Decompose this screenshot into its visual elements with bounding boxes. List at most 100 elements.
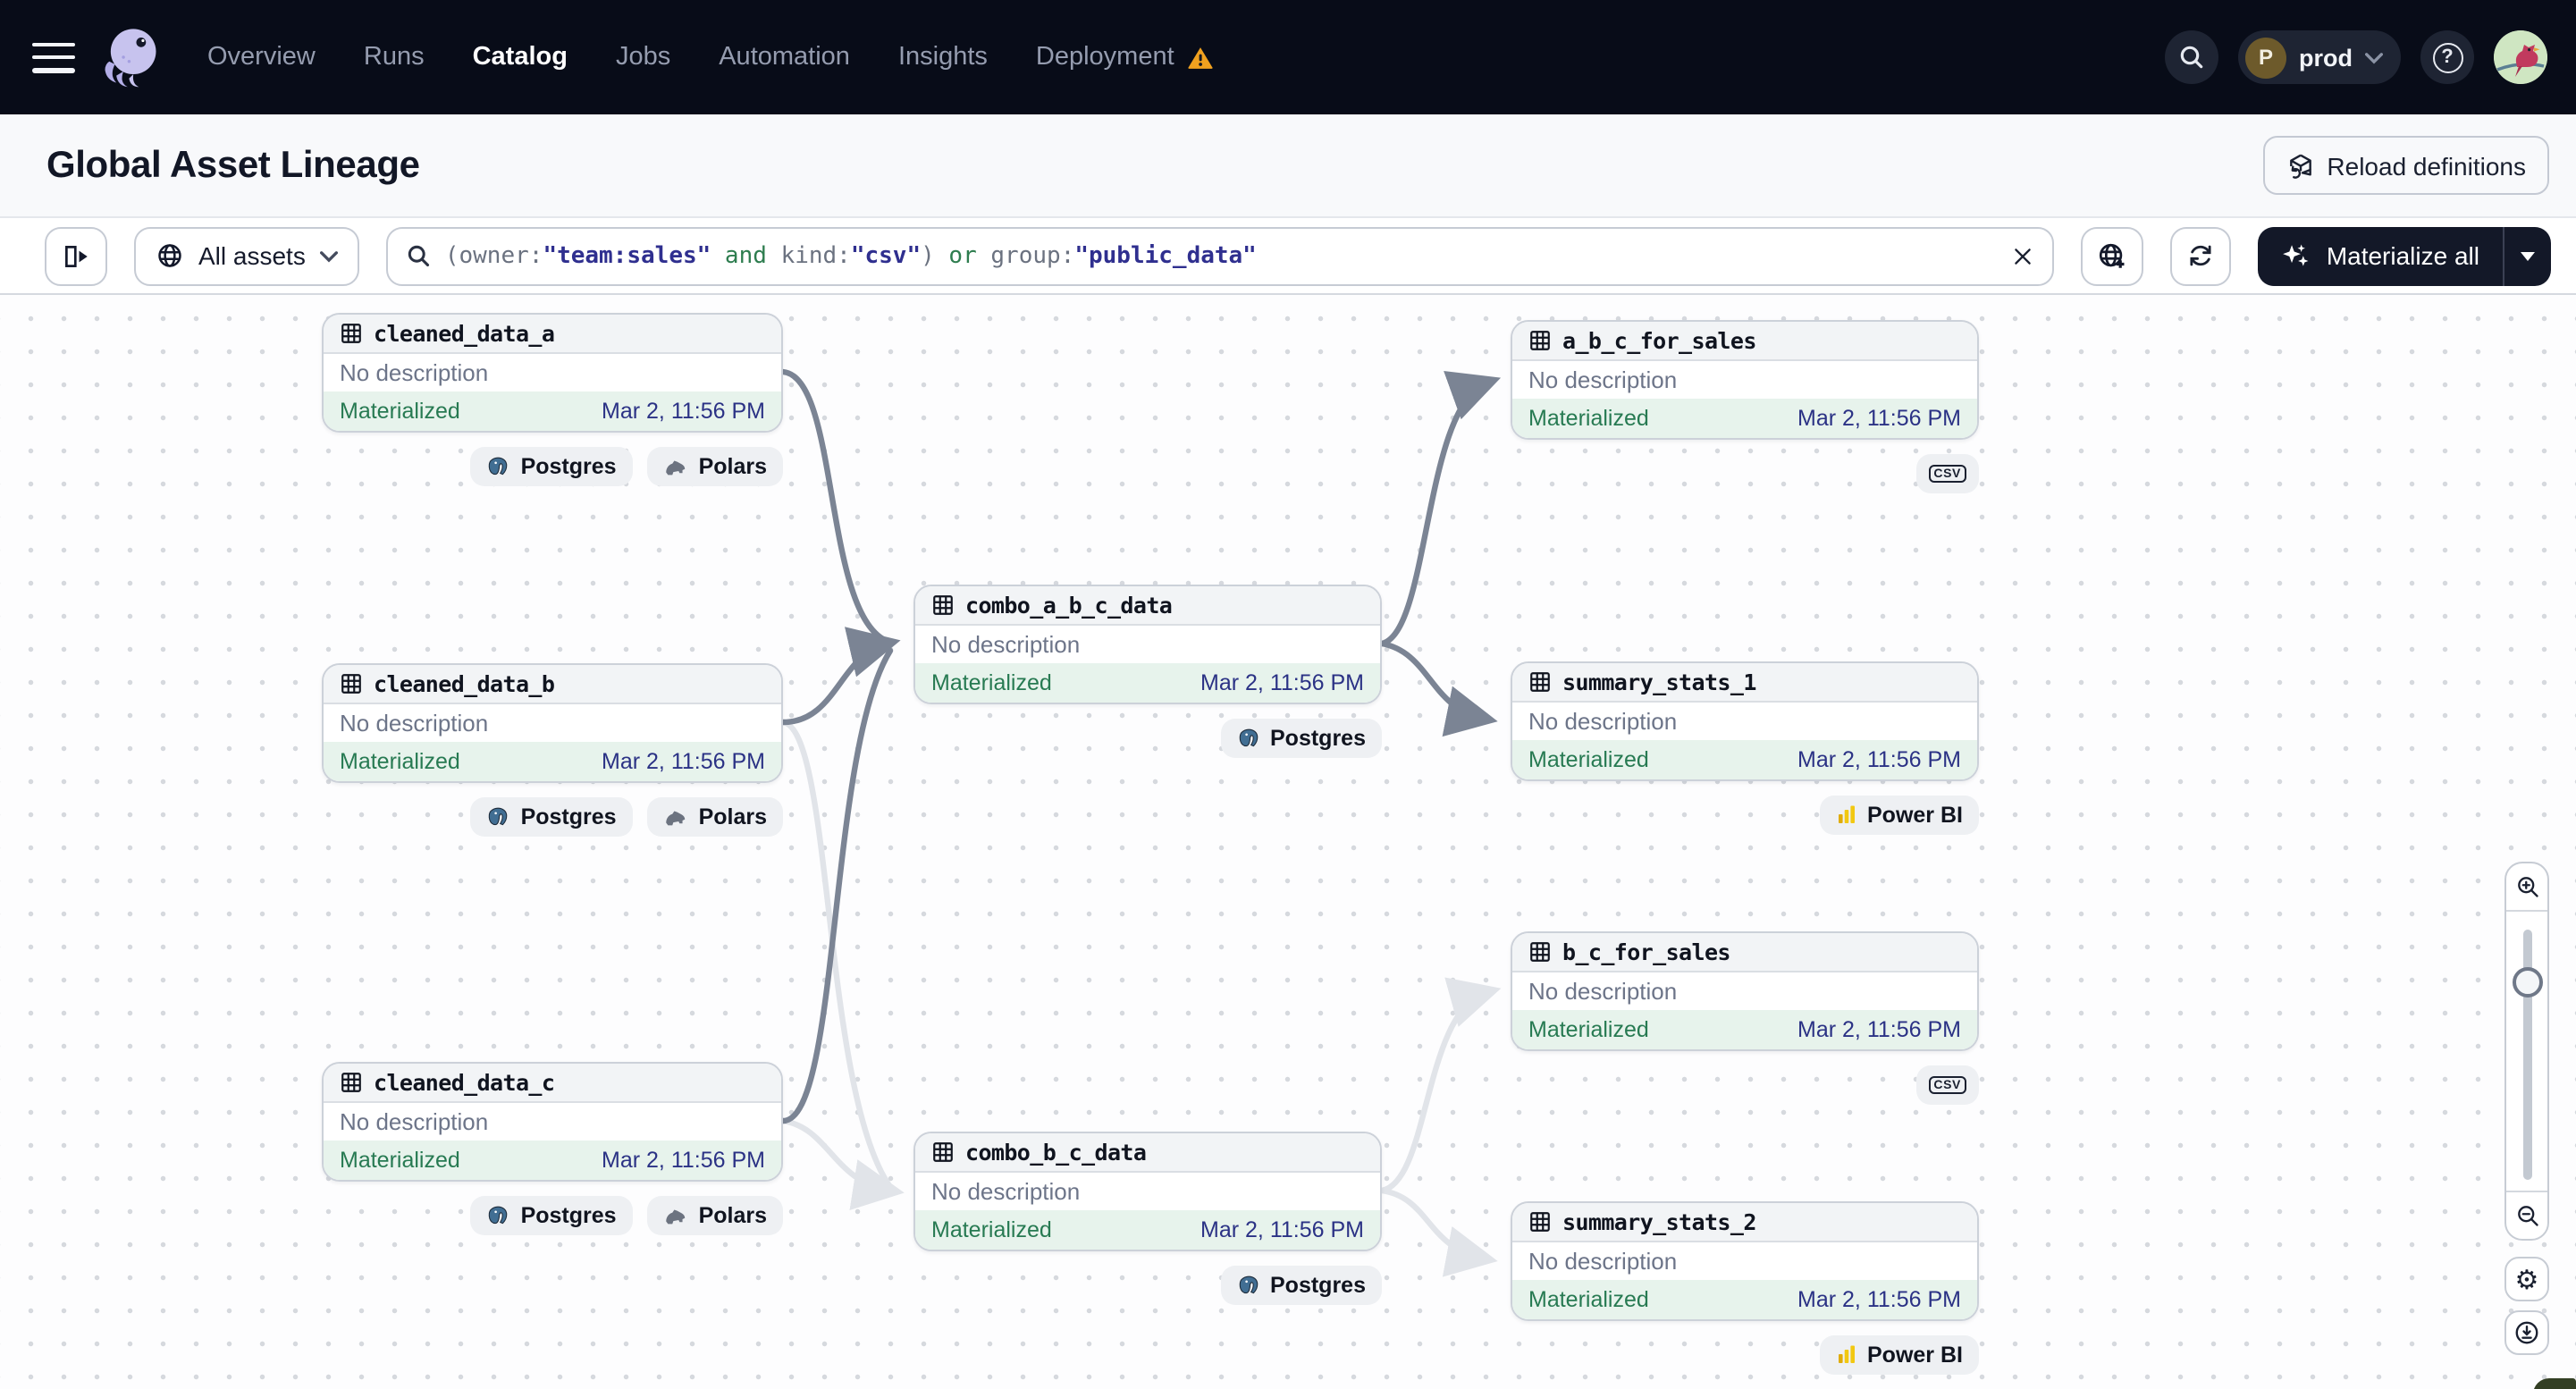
nav-item-deployment[interactable]: Deployment bbox=[1036, 43, 1214, 72]
open-sidebar-panel-button[interactable] bbox=[45, 226, 107, 285]
query-token: "public_data" bbox=[1074, 242, 1257, 269]
kind-badges-row: Power BI bbox=[1511, 796, 1979, 835]
nav-item-jobs[interactable]: Jobs bbox=[616, 43, 670, 72]
hamburger-menu-icon[interactable] bbox=[32, 42, 75, 72]
query-token: and bbox=[711, 242, 781, 269]
top-nav: Overview Runs Catalog Jobs Automation In… bbox=[0, 0, 2576, 114]
materialization-timestamp[interactable]: Mar 2, 11:56 PM bbox=[1797, 747, 1961, 772]
materialization-timestamp[interactable]: Mar 2, 11:56 PM bbox=[602, 1148, 765, 1173]
nav-item-overview[interactable]: Overview bbox=[207, 43, 316, 72]
graph-settings-button[interactable]: ⚙ bbox=[2504, 1257, 2549, 1301]
kind-badge-label: Power BI bbox=[1867, 1343, 1963, 1368]
asset-node-combo-a-b-c-data[interactable]: combo_a_b_c_data No description Material… bbox=[913, 585, 1382, 704]
new-scope-button[interactable] bbox=[2081, 226, 2144, 285]
kind-badge-postgres[interactable]: Postgres bbox=[470, 797, 633, 837]
asset-node-b-c-for-sales[interactable]: b_c_for_sales No description Materialize… bbox=[1511, 931, 1979, 1051]
nav-item-label: Deployment bbox=[1035, 43, 1174, 72]
asset-name: cleaned_data_a bbox=[374, 320, 555, 347]
kind-badge-csv[interactable]: csv bbox=[1915, 1065, 1979, 1105]
kind-badge-postgres[interactable]: Postgres bbox=[470, 1196, 633, 1235]
edge-highlighted bbox=[1378, 640, 1498, 737]
asset-node-summary-stats-1[interactable]: summary_stats_1 No description Materiali… bbox=[1511, 661, 1979, 781]
asset-description: No description bbox=[340, 359, 489, 386]
status-badge: Materialized bbox=[1528, 1287, 1649, 1312]
materialize-options-button[interactable] bbox=[2503, 226, 2551, 285]
page-header: Global Asset Lineage Reload definitions bbox=[0, 114, 2576, 218]
csv-icon: csv bbox=[1928, 465, 1966, 483]
kind-badges-row: Postgres bbox=[913, 1266, 1382, 1305]
nav-item-insights[interactable]: Insights bbox=[898, 43, 988, 72]
powerbi-icon bbox=[1838, 1345, 1854, 1363]
asset-status-bar: Materialized Mar 2, 11:56 PM bbox=[915, 1210, 1380, 1250]
asset-node-cleaned-data-a[interactable]: cleaned_data_a No description Materializ… bbox=[322, 313, 783, 433]
kind-badges-row: csv bbox=[1511, 454, 1979, 493]
status-badge: Materialized bbox=[1528, 747, 1649, 772]
materialization-timestamp[interactable]: Mar 2, 11:56 PM bbox=[1797, 1287, 1961, 1312]
postgres-icon bbox=[1238, 1275, 1258, 1293]
status-badge: Materialized bbox=[340, 1148, 460, 1173]
asset-node-header: cleaned_data_b bbox=[324, 665, 781, 704]
kind-badges-row: Postgres Polars bbox=[322, 447, 783, 486]
kind-badge-polars[interactable]: Polars bbox=[646, 797, 783, 837]
materialization-timestamp[interactable]: Mar 2, 11:56 PM bbox=[602, 749, 765, 774]
kind-badge-label: Postgres bbox=[520, 454, 617, 479]
clear-search-button[interactable] bbox=[2012, 244, 2035, 267]
kind-badge-polars[interactable]: Polars bbox=[646, 447, 783, 486]
nav-item-catalog[interactable]: Catalog bbox=[473, 43, 568, 72]
environment-switcher[interactable]: P prod bbox=[2238, 30, 2401, 84]
kind-badge-powerbi[interactable]: Power BI bbox=[1819, 1335, 1979, 1375]
kind-badge-powerbi[interactable]: Power BI bbox=[1819, 796, 1979, 835]
search-button[interactable] bbox=[2165, 30, 2218, 84]
table-icon bbox=[1530, 672, 1550, 692]
kind-badge-label: Postgres bbox=[520, 1203, 617, 1228]
zoom-out-button[interactable] bbox=[2506, 1191, 2547, 1239]
download-icon bbox=[2515, 1321, 2538, 1344]
lineage-canvas[interactable]: cleaned_data_a No description Materializ… bbox=[0, 295, 2576, 1389]
dagster-logo[interactable] bbox=[97, 23, 164, 91]
materialization-timestamp[interactable]: Mar 2, 11:56 PM bbox=[1797, 406, 1961, 431]
kind-badges-row: Postgres bbox=[913, 719, 1382, 758]
asset-node-cleaned-data-b[interactable]: cleaned_data_b No description Materializ… bbox=[322, 663, 783, 783]
asset-node-combo-b-c-data[interactable]: combo_b_c_data No description Materializ… bbox=[913, 1132, 1382, 1251]
user-avatar[interactable] bbox=[2494, 30, 2547, 84]
asset-scope-dropdown[interactable]: All assets bbox=[134, 226, 359, 285]
reload-definitions-button[interactable]: Reload definitions bbox=[2262, 136, 2549, 195]
asset-description: No description bbox=[1528, 1248, 1678, 1275]
kind-badges-row: Postgres Polars bbox=[322, 797, 783, 837]
download-image-button[interactable] bbox=[2504, 1310, 2549, 1355]
nav-item-runs[interactable]: Runs bbox=[364, 43, 425, 72]
edge-highlighted bbox=[1378, 371, 1502, 647]
asset-status-bar: Materialized Mar 2, 11:56 PM bbox=[1512, 1010, 1977, 1049]
edge-dimmed bbox=[1378, 977, 1502, 1194]
asset-node-summary-stats-2[interactable]: summary_stats_2 No description Materiali… bbox=[1511, 1201, 1979, 1321]
materialization-timestamp[interactable]: Mar 2, 11:56 PM bbox=[1200, 670, 1364, 695]
refresh-graph-button[interactable] bbox=[2170, 226, 2232, 285]
kind-badge-postgres[interactable]: Postgres bbox=[1220, 719, 1382, 758]
kind-badge-label: Polars bbox=[698, 804, 767, 829]
asset-name: summary_stats_2 bbox=[1562, 1208, 1756, 1235]
kind-badge-label: Postgres bbox=[1270, 726, 1366, 751]
materialize-all-button[interactable]: Materialize all bbox=[2259, 226, 2503, 285]
help-button[interactable]: ? bbox=[2420, 30, 2474, 84]
materialization-timestamp[interactable]: Mar 2, 11:56 PM bbox=[1200, 1217, 1364, 1242]
expand-panel-icon bbox=[65, 245, 88, 266]
kind-badge-csv[interactable]: csv bbox=[1915, 454, 1979, 493]
kind-badge-polars[interactable]: Polars bbox=[646, 1196, 783, 1235]
asset-search-input[interactable]: (owner: "team:sales" and kind: "csv") or g… bbox=[385, 226, 2055, 285]
kind-badges-row: csv bbox=[1511, 1065, 1979, 1105]
asset-scope-label: All assets bbox=[198, 241, 306, 270]
asset-node-cleaned-data-c[interactable]: cleaned_data_c No description Materializ… bbox=[322, 1062, 783, 1182]
asset-node-a-b-c-for-sales[interactable]: a_b_c_for_sales No description Materiali… bbox=[1511, 320, 1979, 440]
materialization-timestamp[interactable]: Mar 2, 11:56 PM bbox=[1797, 1017, 1961, 1042]
kind-badge-postgres[interactable]: Postgres bbox=[470, 447, 633, 486]
nav-item-automation[interactable]: Automation bbox=[719, 43, 850, 72]
reload-definitions-label: Reload definitions bbox=[2327, 151, 2526, 180]
zoom-slider-handle[interactable] bbox=[2512, 967, 2542, 998]
postgres-icon bbox=[489, 456, 508, 475]
kind-badge-label: Power BI bbox=[1867, 803, 1963, 828]
zoom-in-button[interactable] bbox=[2506, 863, 2547, 912]
kind-badge-postgres[interactable]: Postgres bbox=[1220, 1266, 1382, 1305]
materialization-timestamp[interactable]: Mar 2, 11:56 PM bbox=[602, 399, 765, 424]
asset-node-header: cleaned_data_c bbox=[324, 1064, 781, 1103]
lineage-toolbar: All assets (owner: "team:sales" and kind:… bbox=[0, 218, 2576, 295]
